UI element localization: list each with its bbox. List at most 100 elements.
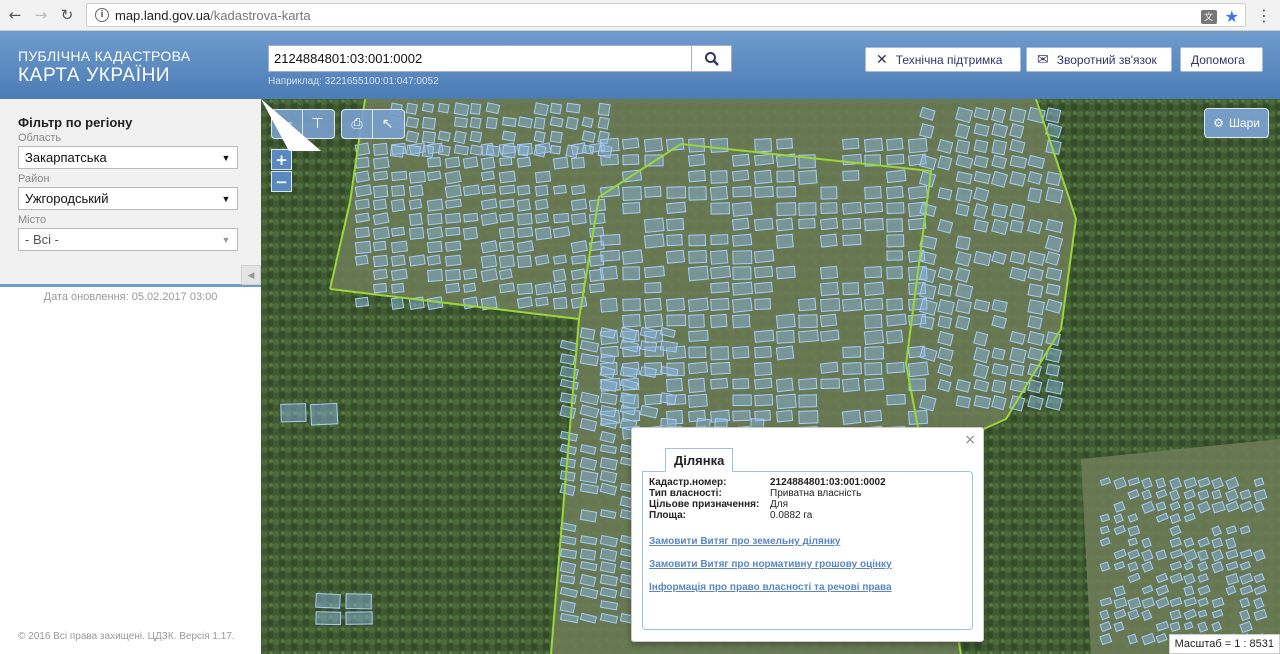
land-parcel[interactable]: [565, 144, 579, 159]
land-parcel[interactable]: [919, 282, 937, 300]
land-parcel[interactable]: [775, 313, 796, 329]
land-parcel[interactable]: [687, 297, 709, 313]
raion-select[interactable]: Ужгородський ▼: [18, 187, 238, 210]
land-parcel[interactable]: [644, 185, 662, 198]
land-parcel[interactable]: [581, 130, 596, 143]
land-parcel[interactable]: [666, 314, 687, 327]
land-parcel[interactable]: [643, 313, 664, 329]
land-parcel[interactable]: [579, 548, 597, 561]
land-parcel[interactable]: [775, 377, 794, 393]
land-parcel[interactable]: [688, 314, 705, 329]
land-parcel[interactable]: [579, 509, 598, 523]
land-parcel[interactable]: [732, 250, 753, 265]
land-parcel[interactable]: [1045, 107, 1062, 124]
browser-menu-icon[interactable]: ⋮: [1256, 6, 1272, 25]
land-parcel[interactable]: [426, 170, 442, 182]
land-parcel[interactable]: [864, 217, 884, 232]
land-parcel[interactable]: [501, 144, 517, 159]
land-parcel[interactable]: [391, 184, 406, 197]
land-parcel[interactable]: [345, 611, 373, 625]
land-parcel[interactable]: [391, 170, 408, 182]
reload-icon[interactable]: ↻: [56, 4, 78, 26]
land-parcel[interactable]: [955, 250, 972, 267]
land-parcel[interactable]: [408, 226, 425, 240]
land-parcel[interactable]: [1008, 123, 1025, 139]
land-parcel[interactable]: [842, 137, 860, 150]
land-parcel[interactable]: [619, 392, 637, 405]
land-parcel[interactable]: [732, 233, 753, 247]
land-parcel[interactable]: [372, 212, 390, 226]
land-parcel[interactable]: [842, 217, 862, 230]
land-parcel[interactable]: [1045, 186, 1064, 204]
land-parcel[interactable]: [841, 409, 862, 426]
land-parcel[interactable]: [732, 410, 751, 422]
land-parcel[interactable]: [710, 297, 730, 311]
land-parcel[interactable]: [315, 592, 341, 609]
land-parcel[interactable]: [516, 296, 533, 309]
land-parcel[interactable]: [600, 234, 621, 246]
land-parcel[interactable]: [427, 240, 443, 253]
land-parcel[interactable]: [354, 184, 372, 198]
land-parcel[interactable]: [819, 281, 840, 297]
land-parcel[interactable]: [570, 240, 588, 254]
collapse-panel-button[interactable]: ◀: [241, 265, 261, 285]
land-parcel[interactable]: [687, 153, 706, 167]
land-parcel[interactable]: [408, 184, 424, 198]
land-parcel[interactable]: [372, 184, 389, 199]
land-parcel[interactable]: [354, 198, 370, 210]
land-parcel[interactable]: [372, 254, 389, 268]
land-parcel[interactable]: [390, 296, 405, 310]
land-parcel[interactable]: [775, 233, 794, 249]
land-parcel[interactable]: [480, 198, 498, 211]
land-parcel[interactable]: [600, 249, 621, 262]
land-parcel[interactable]: [469, 130, 483, 143]
land-parcel[interactable]: [498, 240, 515, 253]
land-parcel[interactable]: [886, 298, 904, 311]
land-parcel[interactable]: [534, 184, 549, 197]
land-parcel[interactable]: [973, 139, 989, 154]
land-parcel[interactable]: [886, 218, 904, 233]
land-parcel[interactable]: [445, 268, 461, 282]
land-parcel[interactable]: [885, 137, 904, 151]
site-logo[interactable]: ПУБЛІЧНА КАДАСТРОВА КАРТА УКРАЇНИ: [18, 48, 190, 87]
land-parcel[interactable]: [886, 250, 903, 261]
land-parcel[interactable]: [427, 156, 442, 168]
land-parcel[interactable]: [732, 345, 750, 359]
land-parcel[interactable]: [754, 138, 773, 153]
land-parcel[interactable]: [480, 170, 495, 182]
land-parcel[interactable]: [1009, 347, 1027, 364]
land-parcel[interactable]: [754, 298, 772, 311]
land-parcel[interactable]: [687, 377, 706, 394]
land-parcel[interactable]: [372, 226, 390, 241]
feedback-button[interactable]: ✉ Зворотний зв'язок: [1026, 47, 1172, 72]
land-parcel[interactable]: [863, 137, 884, 153]
land-parcel[interactable]: [731, 217, 750, 231]
land-parcel[interactable]: [754, 281, 773, 294]
land-parcel[interactable]: [1027, 315, 1043, 330]
land-parcel[interactable]: [1211, 489, 1222, 500]
land-parcel[interactable]: [955, 282, 974, 300]
land-parcel[interactable]: [462, 184, 480, 197]
land-parcel[interactable]: [775, 393, 797, 410]
land-parcel[interactable]: [444, 282, 461, 294]
land-parcel[interactable]: [991, 203, 1008, 219]
land-parcel[interactable]: [588, 212, 606, 225]
land-parcel[interactable]: [570, 296, 588, 309]
land-parcel[interactable]: [372, 198, 388, 211]
land-parcel[interactable]: [991, 139, 1008, 156]
land-parcel[interactable]: [955, 315, 971, 331]
land-parcel[interactable]: [480, 212, 499, 226]
print-icon[interactable]: ⎙: [342, 110, 372, 138]
land-parcel[interactable]: [599, 297, 618, 313]
land-parcel[interactable]: [754, 393, 774, 407]
land-parcel[interactable]: [886, 361, 905, 374]
land-parcel[interactable]: [1027, 187, 1043, 204]
zoom-out-button[interactable]: −: [271, 171, 292, 192]
land-parcel[interactable]: [797, 329, 819, 343]
land-parcel[interactable]: [820, 378, 840, 390]
land-parcel[interactable]: [462, 226, 479, 241]
land-parcel[interactable]: [622, 313, 641, 328]
land-parcel[interactable]: [533, 102, 550, 117]
land-parcel[interactable]: [549, 102, 563, 115]
land-parcel[interactable]: [819, 329, 840, 342]
